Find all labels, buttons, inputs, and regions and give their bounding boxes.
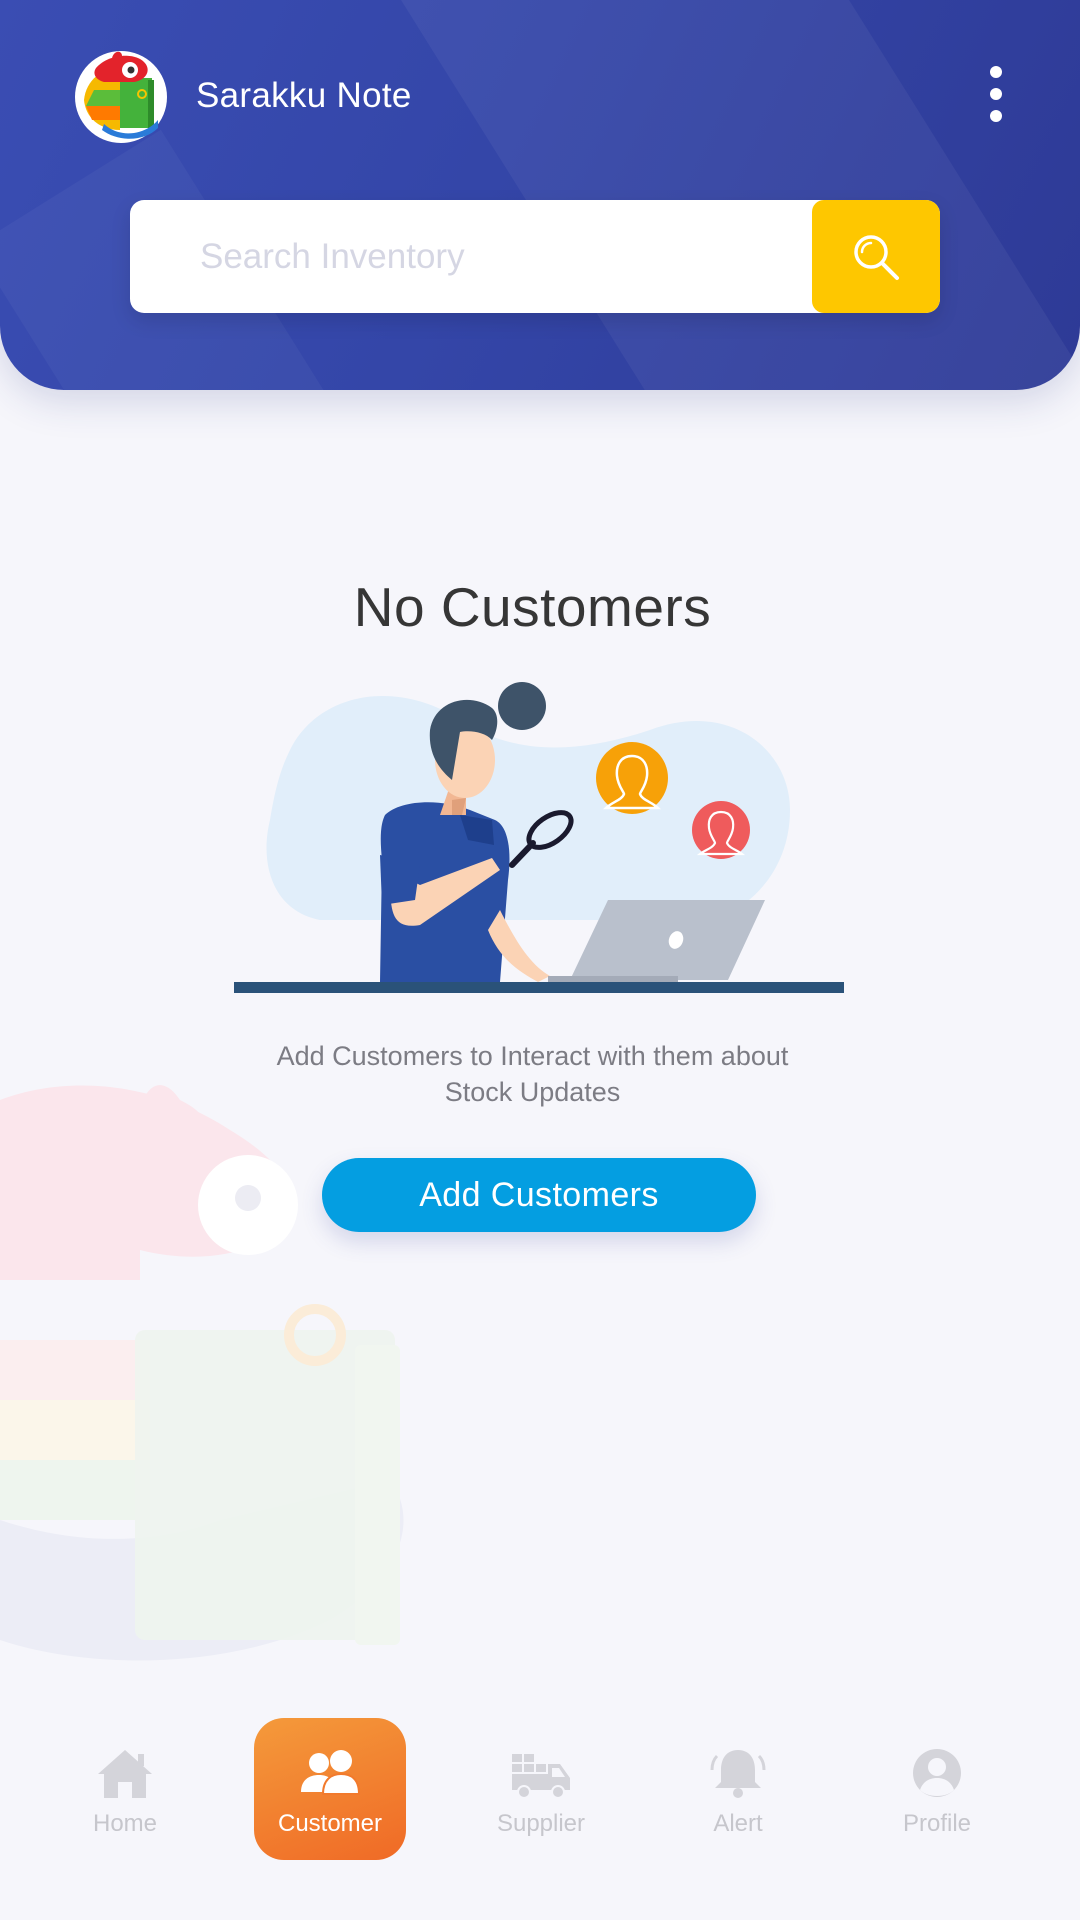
empty-state-description: Add Customers to Interact with them abou…	[276, 1041, 789, 1107]
truck-icon	[512, 1754, 570, 1799]
customers-icon	[301, 1750, 361, 1795]
search-button[interactable]	[812, 200, 940, 313]
nav-customer[interactable]: Customer	[254, 1718, 406, 1860]
search-input[interactable]	[130, 200, 812, 313]
home-icon	[98, 1750, 152, 1798]
nav-profile[interactable]: Profile	[862, 1718, 1012, 1858]
app-title: Sarakku Note	[196, 76, 412, 115]
nav-supplier[interactable]: Supplier	[466, 1718, 616, 1858]
nav-supplier-label: Supplier	[496, 1810, 586, 1837]
app-header: Sarakku Note	[0, 0, 1080, 390]
nav-customer-label: Customer	[277, 1810, 383, 1837]
search-bar	[130, 200, 940, 313]
nav-home-label: Home	[92, 1810, 158, 1837]
more-options-icon[interactable]	[978, 60, 1014, 128]
profile-icon	[913, 1749, 961, 1797]
bell-icon	[710, 1750, 766, 1798]
bottom-navigation: Home Customer Supplier Alert Profile	[0, 1700, 1080, 1920]
empty-state-title: No Customers	[353, 576, 712, 638]
nav-alert-label: Alert	[713, 1810, 763, 1837]
app-logo[interactable]	[74, 50, 168, 144]
search-icon	[854, 234, 899, 280]
add-customers-button[interactable]: Add Customers	[322, 1158, 756, 1232]
nav-home[interactable]: Home	[50, 1718, 200, 1858]
nav-profile-label: Profile	[902, 1810, 972, 1837]
nav-alert[interactable]: Alert	[663, 1718, 813, 1858]
empty-customers-illustration	[234, 682, 844, 993]
